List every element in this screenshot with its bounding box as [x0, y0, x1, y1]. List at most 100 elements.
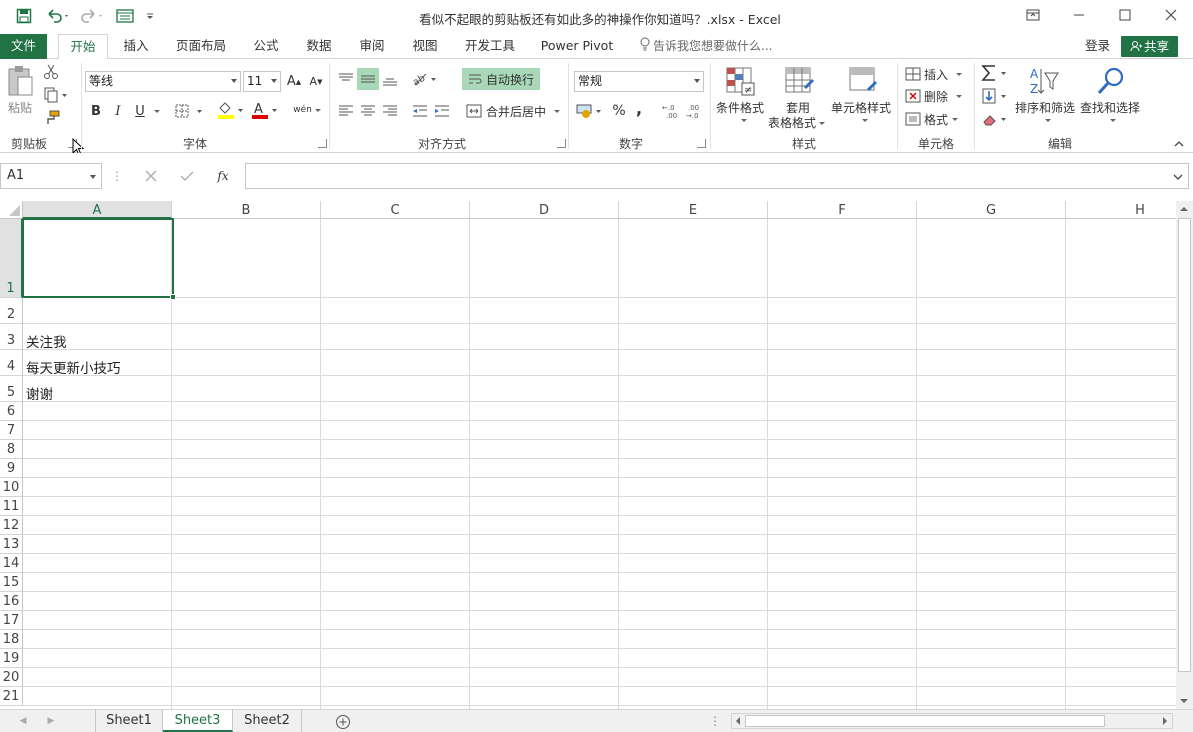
- column-header-g[interactable]: G: [917, 201, 1066, 219]
- row-header-3[interactable]: 3: [0, 324, 23, 350]
- select-all-corner[interactable]: [0, 201, 23, 219]
- formula-bar-grip-icon[interactable]: ⋮: [110, 165, 124, 187]
- cell-styles-dropdown-icon[interactable]: [858, 115, 868, 125]
- format-as-table-label-2[interactable]: 表格格式: [768, 114, 826, 131]
- row-header-8[interactable]: 8: [0, 440, 23, 459]
- cell-a4[interactable]: 每天更新小技巧: [26, 357, 121, 377]
- next-sheet-icon[interactable]: ▶: [44, 714, 58, 728]
- row-header-10[interactable]: 10: [0, 478, 23, 497]
- minimize-icon[interactable]: [1056, 0, 1102, 30]
- column-header-b[interactable]: B: [172, 201, 321, 219]
- row-header-5[interactable]: 5: [0, 376, 23, 402]
- scroll-up-icon[interactable]: [1177, 202, 1191, 216]
- font-name-combo[interactable]: 等线: [85, 71, 241, 92]
- row-header-6[interactable]: 6: [0, 402, 23, 421]
- tab-home[interactable]: 开始: [58, 34, 108, 60]
- row-header-15[interactable]: 15: [0, 573, 23, 592]
- tab-power-pivot[interactable]: Power Pivot: [534, 34, 620, 59]
- tab-review[interactable]: 审阅: [351, 34, 393, 59]
- new-sheet-icon[interactable]: [334, 713, 352, 731]
- row-header-2[interactable]: 2: [0, 298, 23, 324]
- tab-data[interactable]: 数据: [298, 34, 340, 59]
- clear-icon[interactable]: [980, 109, 1012, 129]
- format-cells-button[interactable]: 格式: [905, 109, 967, 129]
- row-header-16[interactable]: 16: [0, 592, 23, 611]
- ribbon-display-options-icon[interactable]: [1010, 0, 1056, 30]
- sort-filter-icon[interactable]: AZ: [1026, 64, 1060, 98]
- row-header-12[interactable]: 12: [0, 516, 23, 535]
- autosum-icon[interactable]: [980, 63, 1012, 83]
- borders-icon[interactable]: [173, 101, 207, 121]
- formula-input[interactable]: [245, 163, 1189, 189]
- row-header-20[interactable]: 20: [0, 668, 23, 687]
- row-header-13[interactable]: 13: [0, 535, 23, 554]
- tab-formulas[interactable]: 公式: [245, 34, 287, 59]
- expand-formula-bar-icon[interactable]: [1173, 170, 1183, 184]
- tab-insert[interactable]: 插入: [114, 34, 158, 59]
- row-header-18[interactable]: 18: [0, 630, 23, 649]
- name-box-dropdown-icon[interactable]: [90, 175, 96, 179]
- column-header-a[interactable]: A: [23, 201, 172, 219]
- worksheet-grid[interactable]: ABCDEFGH 1 2 3 4 5 6 7 8 9 10 11 12 13 14 15 16 17 18 19 20…: [0, 201, 1176, 709]
- format-painter-icon[interactable]: [42, 109, 62, 127]
- delete-cells-button[interactable]: 删除: [905, 86, 967, 106]
- align-right-icon[interactable]: [380, 100, 400, 122]
- row-header-21[interactable]: 21: [0, 687, 23, 706]
- cell-styles-label[interactable]: 单元格样式: [831, 99, 891, 116]
- row-header-14[interactable]: 14: [0, 554, 23, 573]
- increase-indent-icon[interactable]: [432, 100, 452, 122]
- decrease-indent-icon[interactable]: [410, 100, 430, 122]
- format-as-table-icon[interactable]: [782, 64, 816, 98]
- tab-split-grip-icon[interactable]: ⋮: [709, 713, 721, 729]
- cell-a5[interactable]: 谢谢: [26, 383, 53, 403]
- login-link[interactable]: 登录: [1085, 34, 1110, 58]
- maximize-icon[interactable]: [1102, 0, 1148, 30]
- insert-function-button[interactable]: fx: [212, 165, 234, 187]
- align-center-icon[interactable]: [358, 100, 378, 122]
- underline-dropdown-icon[interactable]: [149, 101, 161, 121]
- insert-cells-button[interactable]: 插入: [905, 64, 967, 84]
- name-box[interactable]: A1: [0, 163, 102, 189]
- font-color-icon[interactable]: A: [250, 99, 280, 121]
- accounting-format-icon[interactable]: [575, 100, 607, 122]
- cut-icon[interactable]: [42, 63, 60, 81]
- scroll-right-icon[interactable]: [1160, 715, 1170, 727]
- align-left-icon[interactable]: [336, 100, 356, 122]
- close-icon[interactable]: [1148, 0, 1193, 30]
- increase-decimal-icon[interactable]: ←.0.00: [660, 100, 682, 122]
- vertical-scroll-thumb[interactable]: [1178, 218, 1191, 672]
- form-icon[interactable]: [114, 7, 136, 25]
- share-button[interactable]: 共享: [1121, 36, 1178, 57]
- sheet-tab-2[interactable]: Sheet3: [163, 710, 233, 732]
- comma-button[interactable]: ,: [631, 97, 647, 119]
- customize-qat-icon[interactable]: [143, 7, 157, 25]
- fill-color-icon[interactable]: [216, 99, 246, 121]
- cancel-entry-icon[interactable]: [141, 165, 161, 187]
- scroll-left-icon[interactable]: [733, 715, 743, 727]
- conditional-formatting-label[interactable]: 条件格式: [716, 99, 764, 116]
- column-header-c[interactable]: C: [321, 201, 470, 219]
- tell-me-box[interactable]: 告诉我您想要做什么...: [640, 34, 772, 59]
- paste-label[interactable]: 粘贴: [8, 99, 32, 116]
- font-dialog-launcher[interactable]: [318, 139, 327, 148]
- alignment-dialog-launcher[interactable]: [557, 139, 566, 148]
- column-header-e[interactable]: E: [619, 201, 768, 219]
- cell-a3[interactable]: 关注我: [26, 331, 67, 351]
- orientation-icon[interactable]: ab: [410, 68, 440, 90]
- row-header-1[interactable]: 1: [0, 219, 23, 298]
- paste-icon[interactable]: [5, 64, 35, 98]
- wrap-text-button[interactable]: 自动换行: [462, 68, 540, 90]
- undo-icon[interactable]: [44, 7, 72, 25]
- percent-button[interactable]: %: [610, 100, 628, 122]
- row-header-11[interactable]: 11: [0, 497, 23, 516]
- underline-button[interactable]: U: [131, 101, 149, 121]
- column-header-h[interactable]: H: [1066, 201, 1176, 219]
- column-header-d[interactable]: D: [470, 201, 619, 219]
- sheet-tab-1[interactable]: Sheet1: [95, 710, 163, 732]
- tab-view[interactable]: 视图: [404, 34, 446, 59]
- shrink-font-icon[interactable]: A ▼: [307, 71, 325, 92]
- tab-page-layout[interactable]: 页面布局: [169, 34, 233, 59]
- find-select-icon[interactable]: [1094, 64, 1128, 98]
- number-dialog-launcher[interactable]: [697, 139, 706, 148]
- sort-filter-dropdown-icon[interactable]: [1041, 115, 1051, 125]
